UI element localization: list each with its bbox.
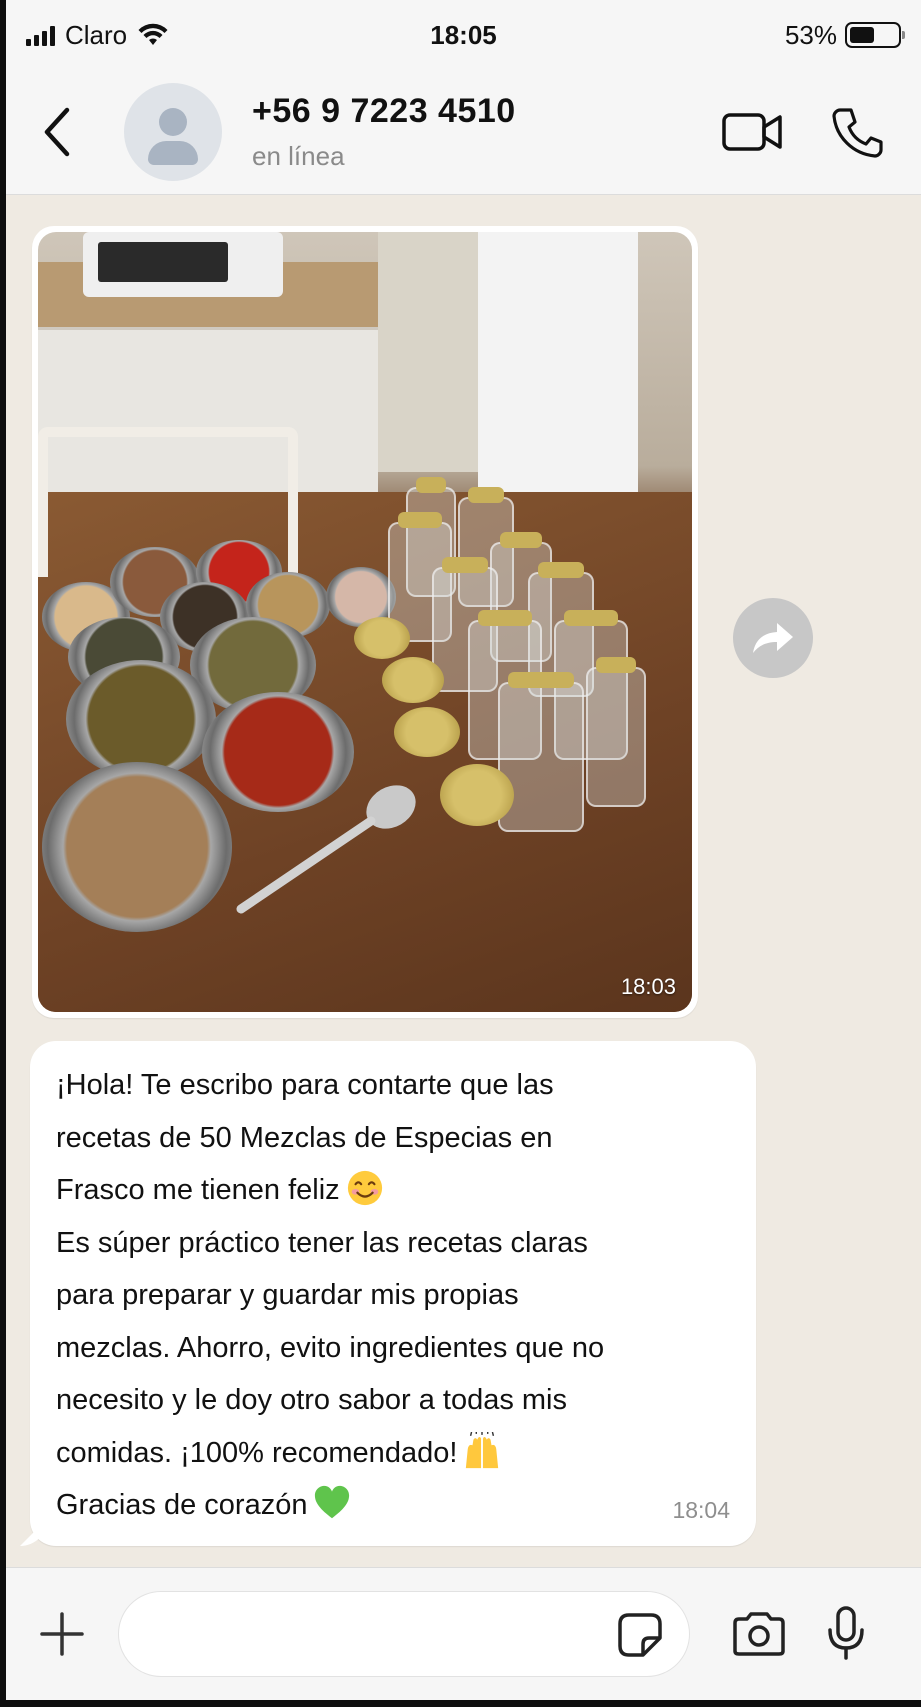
kitchen-spices-photo[interactable]: 18:03: [38, 232, 692, 1012]
spice-bowl: [42, 762, 232, 932]
video-camera-icon: [722, 113, 782, 151]
plus-icon: [40, 1612, 84, 1656]
avatar[interactable]: [124, 83, 222, 181]
phone-icon: [832, 108, 883, 158]
contact-status: en línea: [252, 141, 345, 171]
battery-fill: [850, 27, 875, 43]
glass-jar: [586, 657, 646, 807]
photo-door: [478, 232, 638, 492]
message-line-text: Frasco me tienen feliz: [56, 1174, 340, 1206]
photo-hall: [378, 232, 478, 472]
message-line: Gracias de corazón: [56, 1479, 730, 1532]
jar-lid: [382, 657, 444, 703]
contact-name: +56 9 7223 4510: [252, 92, 516, 130]
jar-lid: [394, 707, 460, 757]
message-line-text: Gracias de corazón: [56, 1489, 308, 1521]
input-bar: [6, 1567, 921, 1700]
message-input[interactable]: [143, 1618, 583, 1650]
image-time: 18:03: [620, 974, 676, 999]
forward-button[interactable]: [733, 598, 813, 678]
smiling-face-emoji-icon: [347, 1170, 382, 1206]
status-right: 53%: [612, 19, 905, 51]
avatar-body: [148, 141, 198, 165]
message-line: recetas de 50 Mezclas de Especias en: [56, 1121, 553, 1154]
jar-lid: [440, 764, 514, 826]
status-time: 18:05: [430, 19, 497, 50]
message-line: comidas. ¡100% recomendado!: [56, 1427, 730, 1480]
spoon: [236, 785, 416, 914]
message-line: mezclas. Ahorro, evito ingredientes que …: [56, 1331, 605, 1364]
microphone-button[interactable]: [816, 1599, 876, 1669]
signal-icon: [26, 24, 55, 46]
message-input-container[interactable]: [118, 1591, 690, 1677]
battery-percent: 53%: [784, 19, 837, 50]
text-message[interactable]: ¡Hola! Te escribo para contarte que las …: [30, 1041, 756, 1546]
camera-icon: [733, 1612, 785, 1656]
back-button[interactable]: [16, 92, 96, 172]
message-line: necesito y le doy otro sabor a todas mis: [56, 1384, 567, 1416]
message-time: 18:04: [672, 1497, 730, 1523]
glass-jar: [498, 672, 584, 832]
sticker-icon[interactable]: [617, 1612, 663, 1658]
battery-icon: [845, 22, 905, 48]
voice-call-button[interactable]: [817, 92, 897, 172]
image-message[interactable]: 18:03: [32, 226, 698, 1018]
carrier-label: Claro: [65, 19, 128, 50]
phone-screen: Claro 18:05 53% +56 9 7223 4510 en línea…: [6, 0, 921, 1700]
status-left: Claro: [26, 20, 315, 51]
status-bar: Claro 18:05 53%: [6, 0, 921, 70]
chat-area[interactable]: 18:03 ¡Hola! Te escribo para contarte qu…: [6, 196, 921, 1566]
chat-header: +56 9 7223 4510 en línea: [6, 70, 921, 195]
chevron-left-icon: [44, 107, 70, 157]
message-line: Frasco me tienen feliz: [56, 1164, 730, 1217]
wifi-icon: [138, 23, 168, 45]
raising-hands-emoji-icon: [466, 1431, 499, 1468]
message-line: ¡Hola! Te escribo para contarte que las: [56, 1069, 554, 1101]
contact-info[interactable]: +56 9 7223 4510 en línea: [252, 92, 713, 172]
camera-button[interactable]: [724, 1599, 794, 1669]
message-line: para preparar y guardar mis propias: [56, 1279, 519, 1311]
green-heart-emoji-icon: [315, 1485, 350, 1519]
jar-lid: [354, 617, 410, 659]
forward-arrow-icon: [753, 623, 793, 653]
avatar-head: [159, 108, 187, 136]
spice-bowl: [66, 660, 216, 778]
message-line: Es súper práctico tener las recetas clar…: [56, 1226, 588, 1259]
attach-button[interactable]: [34, 1606, 90, 1662]
message-line-text: comidas. ¡100% recomendado!: [56, 1436, 458, 1469]
photo-microwave: [83, 232, 283, 297]
microphone-icon: [828, 1606, 864, 1660]
video-call-button[interactable]: [713, 92, 793, 172]
